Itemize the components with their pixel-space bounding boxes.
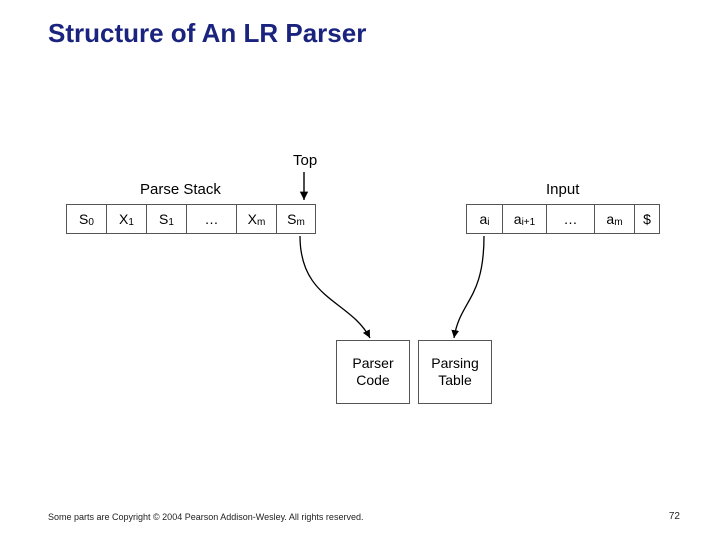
stack-cell-sub: m (257, 217, 265, 228)
parsing-table-box: Parsing Table (418, 340, 492, 404)
input-cell-sub: i (487, 217, 489, 228)
input-cell-base: … (564, 211, 578, 227)
stack-cell: S0 (66, 204, 106, 234)
slide-title: Structure of An LR Parser (48, 18, 366, 49)
stack-cell-sub: 0 (88, 217, 94, 228)
stack-cell-sub: m (297, 217, 305, 228)
input-cell: … (546, 204, 594, 234)
input-cell-base: a (514, 211, 522, 227)
parse-stack-label: Parse Stack (140, 181, 221, 198)
input-cell: $ (634, 204, 660, 234)
stack-cell-base: X (248, 211, 257, 227)
input-cell: ai+1 (502, 204, 546, 234)
parsing-table-text: Parsing Table (431, 355, 478, 390)
input-cell-base: a (606, 211, 614, 227)
input-row: ai ai+1 … am $ (466, 204, 660, 234)
arrows-overlay (0, 0, 720, 540)
stack-cell: S1 (146, 204, 186, 234)
input-label: Input (546, 181, 579, 198)
input-cell: ai (466, 204, 502, 234)
stack-cell-sub: 1 (168, 217, 174, 228)
page-number: 72 (669, 511, 680, 522)
stack-cell-base: S (159, 211, 168, 227)
stack-cell: X1 (106, 204, 146, 234)
input-cell-sub: i+1 (522, 217, 536, 228)
stack-cell-base: S (79, 211, 88, 227)
input-cell: am (594, 204, 634, 234)
stack-cell-sub: 1 (128, 217, 134, 228)
parser-code-text: Parser Code (352, 355, 393, 390)
top-label: Top (293, 152, 317, 169)
parse-stack-row: S0 X1 S1 … Xm Sm (66, 204, 316, 234)
input-cell-sub: m (614, 217, 622, 228)
stack-cell-base: S (287, 211, 296, 227)
stack-cell: Sm (276, 204, 316, 234)
copyright-footer: Some parts are Copyright © 2004 Pearson … (48, 512, 363, 522)
stack-cell: … (186, 204, 236, 234)
input-cell-base: a (479, 211, 487, 227)
parser-code-box: Parser Code (336, 340, 410, 404)
stack-cell-base: … (205, 211, 219, 227)
input-cell-base: $ (643, 211, 651, 227)
stack-cell-base: X (119, 211, 128, 227)
stack-cell: Xm (236, 204, 276, 234)
